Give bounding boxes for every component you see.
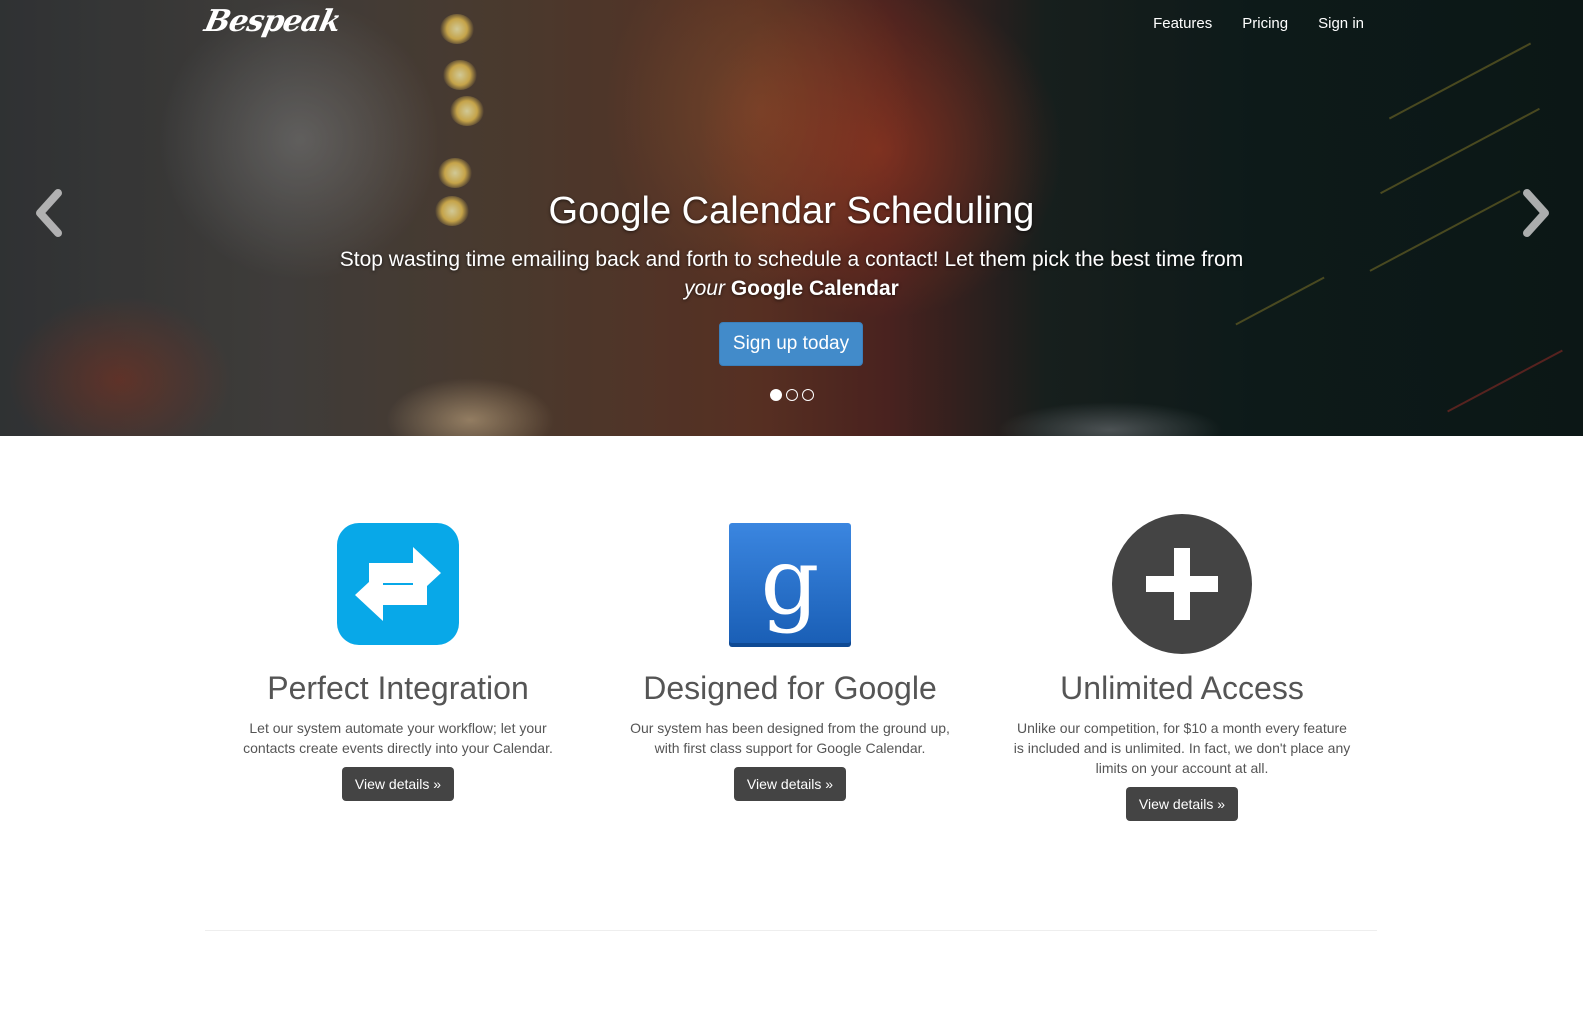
sign-up-button[interactable]: Sign up today bbox=[719, 322, 863, 366]
feature-text: Unlike our competition, for $10 a month … bbox=[1013, 720, 1351, 776]
feature-text: Our system has been designed from the gr… bbox=[630, 720, 950, 756]
section-divider bbox=[205, 930, 1377, 931]
swap-arrows-icon bbox=[337, 523, 459, 650]
view-details-button[interactable]: View details » bbox=[1126, 787, 1238, 821]
nav-link-sign-in[interactable]: Sign in bbox=[1318, 15, 1364, 32]
feature-title: Designed for Google bbox=[643, 670, 937, 706]
nav-link-features[interactable]: Features bbox=[1153, 15, 1212, 32]
nav-links: Features Pricing Sign in bbox=[1153, 15, 1364, 32]
brand-logo[interactable]: Bespeak bbox=[201, 4, 343, 39]
feature-title: Unlimited Access bbox=[1060, 670, 1304, 706]
carousel-description: Stop wasting time emailing back and fort… bbox=[0, 245, 1583, 303]
google-g-icon: g bbox=[729, 523, 851, 652]
svg-text:g: g bbox=[761, 528, 820, 635]
feature-text: Let our system automate your workflow; l… bbox=[243, 720, 553, 756]
top-navbar: Bespeak Features Pricing Sign in bbox=[0, 0, 1583, 50]
hero-carousel: Bespeak Features Pricing Sign in Google … bbox=[0, 0, 1583, 436]
carousel-title: Google Calendar Scheduling bbox=[548, 190, 1035, 232]
view-details-button[interactable]: View details » bbox=[734, 767, 846, 801]
carousel-text-line1: Stop wasting time emailing back and fort… bbox=[339, 248, 1244, 271]
carousel-indicator-3[interactable] bbox=[802, 389, 814, 401]
view-details-button[interactable]: View details » bbox=[342, 767, 454, 801]
carousel-text-strong: Google Calendar bbox=[730, 277, 899, 300]
carousel-text-line2: your Google Calendar bbox=[0, 274, 1583, 303]
feature-title: Perfect Integration bbox=[267, 670, 529, 706]
carousel-indicator-2[interactable] bbox=[786, 389, 798, 401]
nav-link-pricing[interactable]: Pricing bbox=[1242, 15, 1288, 32]
carousel-text-em: your bbox=[684, 277, 725, 300]
plus-circle-icon bbox=[1112, 514, 1252, 659]
carousel-indicators bbox=[770, 389, 814, 401]
carousel-indicator-1[interactable] bbox=[770, 389, 782, 401]
